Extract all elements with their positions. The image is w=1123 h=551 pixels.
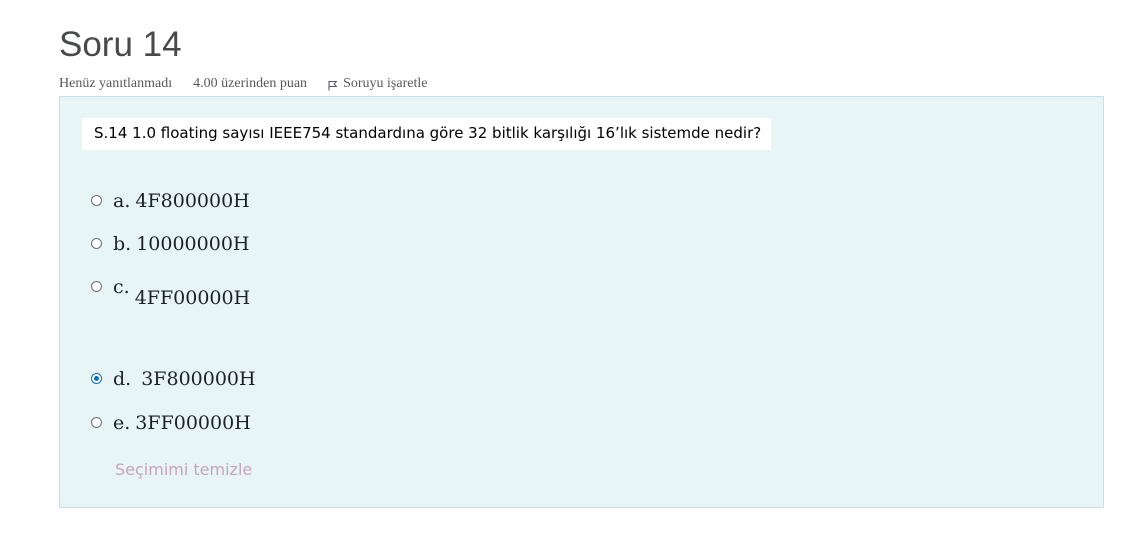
flag-question-link[interactable]: Soruyu işaretle	[328, 76, 427, 92]
answer-option-c[interactable]: c. 4FF00000H	[91, 276, 250, 309]
radio-option-a[interactable]	[91, 195, 102, 206]
clear-choice-link[interactable]: Seçimimi temizle	[115, 460, 252, 479]
question-info: Henüz yanıtlanmadı 4.00 üzerinden puan S…	[59, 74, 427, 94]
option-value: 4FF00000H	[134, 287, 251, 309]
option-value: 4F800000H	[135, 190, 250, 212]
radio-option-c[interactable]	[91, 281, 102, 292]
answer-option-d[interactable]: d. 3F800000H	[91, 368, 256, 390]
radio-option-e[interactable]	[91, 417, 102, 428]
option-value: 10000000H	[136, 233, 250, 255]
question-content: S.14 1.0 floating sayısı IEEE754 standar…	[59, 96, 1104, 508]
answer-option-e[interactable]: e. 3FF00000H	[91, 412, 251, 434]
flag-icon	[328, 81, 338, 91]
flag-question-label: Soruyu işaretle	[343, 76, 428, 91]
radio-option-d[interactable]	[91, 373, 102, 384]
question-title: Soru 14	[59, 25, 182, 64]
question-text: S.14 1.0 floating sayısı IEEE754 standar…	[82, 118, 771, 150]
answer-option-b[interactable]: b. 10000000H	[91, 233, 249, 255]
option-value: 3F800000H	[141, 368, 256, 390]
option-letter: c.	[113, 276, 130, 298]
option-letter: e.	[113, 412, 131, 434]
question-state: Henüz yanıtlanmadı	[59, 76, 173, 91]
radio-option-b[interactable]	[91, 238, 102, 249]
option-value: 3FF00000H	[135, 412, 251, 434]
option-letter: b.	[113, 233, 132, 255]
answer-option-a[interactable]: a. 4F800000H	[91, 190, 250, 212]
option-letter: d.	[113, 368, 132, 390]
option-letter: a.	[113, 190, 131, 212]
question-grade: 4.00 üzerinden puan	[193, 76, 308, 91]
